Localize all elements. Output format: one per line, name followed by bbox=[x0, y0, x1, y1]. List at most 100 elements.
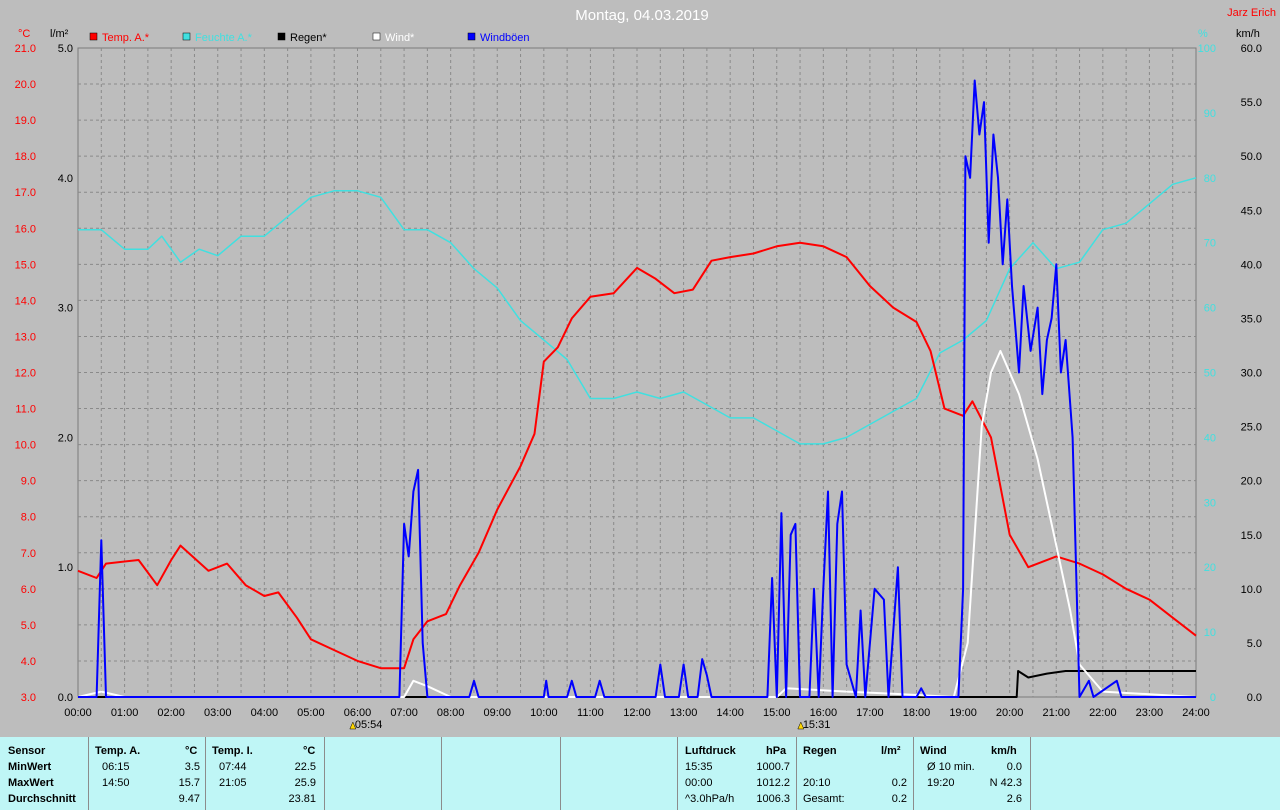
stats-cell-temp-a-val: 15.7 bbox=[178, 777, 200, 789]
wind-tick-label: 45.0 bbox=[1241, 205, 1262, 217]
time-tick-label: 21:00 bbox=[1042, 707, 1070, 719]
temp-tick-label: 21.0 bbox=[15, 43, 36, 55]
time-tick-label: 22:00 bbox=[1089, 707, 1117, 719]
panel-divider bbox=[205, 737, 206, 810]
wind-tick-label: 30.0 bbox=[1241, 368, 1262, 380]
rain-tick-label: 3.0 bbox=[58, 303, 73, 315]
temp-tick-label: 9.0 bbox=[21, 476, 36, 488]
legend-label: Windböen bbox=[480, 32, 530, 44]
humidity-tick-label: 100 bbox=[1198, 43, 1216, 55]
temp-tick-label: 10.0 bbox=[15, 440, 36, 452]
wind-tick-label: 15.0 bbox=[1241, 530, 1262, 542]
pressure-unit: hPa bbox=[766, 745, 787, 757]
panel-divider bbox=[1030, 737, 1031, 810]
humidity-tick-label: 0 bbox=[1210, 692, 1216, 704]
stats-cell-label: Durchschnitt bbox=[8, 793, 76, 805]
temp-tick-label: 6.0 bbox=[21, 584, 36, 596]
stats-cell-temp-a-val: 9.47 bbox=[178, 793, 200, 805]
panel-divider bbox=[88, 737, 89, 810]
temp-tick-label: 19.0 bbox=[15, 115, 36, 127]
time-tick-label: 24:00 bbox=[1182, 707, 1210, 719]
humidity-tick-label: 90 bbox=[1204, 108, 1216, 120]
stats-cell-rain-val: 0.2 bbox=[891, 777, 907, 789]
temp-a-unit: °C bbox=[185, 745, 198, 757]
stats-cell-temp-a-time: 14:50 bbox=[102, 777, 130, 789]
legend-label: Feuchte A.* bbox=[195, 32, 253, 44]
time-tick-label: 01:00 bbox=[111, 707, 139, 719]
legend-swatch bbox=[182, 32, 191, 41]
panel-divider bbox=[324, 737, 325, 810]
temp-tick-label: 18.0 bbox=[15, 151, 36, 163]
stats-cell-temp-i-time: 21:05 bbox=[219, 777, 247, 789]
stats-cell-label: MinWert bbox=[8, 761, 52, 773]
humidity-tick-label: 70 bbox=[1204, 238, 1216, 250]
temp-tick-label: 14.0 bbox=[15, 295, 36, 307]
panel-divider bbox=[560, 737, 561, 810]
wind-tick-label: 10.0 bbox=[1241, 584, 1262, 596]
stats-cell-temp-i-val: 25.9 bbox=[294, 777, 316, 789]
panel-divider bbox=[441, 737, 442, 810]
wind-header: Wind bbox=[920, 745, 947, 757]
wind-tick-label: 60.0 bbox=[1241, 43, 1262, 55]
time-tick-label: 18:00 bbox=[903, 707, 931, 719]
humidity-tick-label: 40 bbox=[1204, 432, 1216, 444]
time-tick-label: 20:00 bbox=[996, 707, 1024, 719]
rain-tick-label: 1.0 bbox=[58, 562, 73, 574]
legend-swatch bbox=[372, 32, 381, 41]
time-tick-label: 14:00 bbox=[716, 707, 744, 719]
humidity-tick-label: 80 bbox=[1204, 173, 1216, 185]
rain-tick-label: 0.0 bbox=[58, 692, 73, 704]
time-tick-label: 12:00 bbox=[623, 707, 651, 719]
wind-tick-label: 0.0 bbox=[1247, 692, 1262, 704]
humidity-tick-label: 10 bbox=[1204, 627, 1216, 639]
pressure-header: Luftdruck bbox=[685, 745, 736, 757]
panel-divider bbox=[677, 737, 678, 810]
time-tick-label: 06:00 bbox=[344, 707, 372, 719]
time-tick-label: 00:00 bbox=[64, 707, 92, 719]
humidity-tick-label: 30 bbox=[1204, 497, 1216, 509]
stats-cell-temp-i-val: 23.81 bbox=[288, 793, 316, 805]
stats-cell-label: MaxWert bbox=[8, 777, 54, 789]
time-tick-label: 15:00 bbox=[763, 707, 791, 719]
legend-label: Regen* bbox=[290, 32, 327, 44]
time-tick-label: 19:00 bbox=[949, 707, 977, 719]
wind-tick-label: 40.0 bbox=[1241, 259, 1262, 271]
wind-tick-label: 25.0 bbox=[1241, 422, 1262, 434]
wind-unit: km/h bbox=[991, 745, 1017, 757]
stats-cell-pressure-time: 00:00 bbox=[685, 777, 713, 789]
temp-tick-label: 16.0 bbox=[15, 223, 36, 235]
stats-cell-temp-i-val: 22.5 bbox=[294, 761, 316, 773]
time-tick-label: 10:00 bbox=[530, 707, 558, 719]
stats-cell-wind-val: 0.0 bbox=[1006, 761, 1022, 773]
stats-cell-pressure-time: 15:35 bbox=[685, 761, 713, 773]
sunset-time-label: 15:31 bbox=[803, 719, 831, 731]
time-tick-label: 16:00 bbox=[810, 707, 838, 719]
rain-unit-label: l/m² bbox=[50, 28, 69, 40]
stats-cell-wind-label: 19:20 bbox=[927, 777, 955, 789]
time-tick-label: 09:00 bbox=[483, 707, 511, 719]
time-tick-label: 03:00 bbox=[204, 707, 232, 719]
stats-cell-pressure-val: 1006.3 bbox=[756, 793, 790, 805]
stats-cell-rain-time: Gesamt: bbox=[803, 793, 845, 805]
time-tick-label: 13:00 bbox=[670, 707, 698, 719]
sunrise-time-label: 05:54 bbox=[355, 719, 383, 731]
stats-cell-temp-i-time: 07:44 bbox=[219, 761, 247, 773]
wind-unit-label: km/h bbox=[1236, 28, 1260, 40]
temp-tick-label: 4.0 bbox=[21, 656, 36, 668]
legend-swatch bbox=[89, 32, 98, 41]
legend-swatch bbox=[467, 32, 476, 41]
time-tick-label: 07:00 bbox=[390, 707, 418, 719]
stats-cell-rain-time: 20:10 bbox=[803, 777, 831, 789]
stats-cell-rain-val: 0.2 bbox=[891, 793, 907, 805]
stats-cell-temp-a-val: 3.5 bbox=[184, 761, 200, 773]
chart-legend: Temp. A.* Feuchte A.* Regen* Wind* Windböen bbox=[89, 32, 530, 44]
wind-tick-label: 35.0 bbox=[1241, 313, 1262, 325]
humidity-unit-label: % bbox=[1198, 28, 1208, 40]
temp-tick-label: 17.0 bbox=[15, 187, 36, 199]
humidity-tick-label: 20 bbox=[1204, 562, 1216, 574]
rain-tick-label: 4.0 bbox=[58, 173, 73, 185]
wind-tick-label: 5.0 bbox=[1247, 638, 1262, 650]
temp-tick-label: 12.0 bbox=[15, 368, 36, 380]
humidity-tick-label: 50 bbox=[1204, 368, 1216, 380]
stats-cell-wind-val: N 42.3 bbox=[989, 777, 1022, 789]
